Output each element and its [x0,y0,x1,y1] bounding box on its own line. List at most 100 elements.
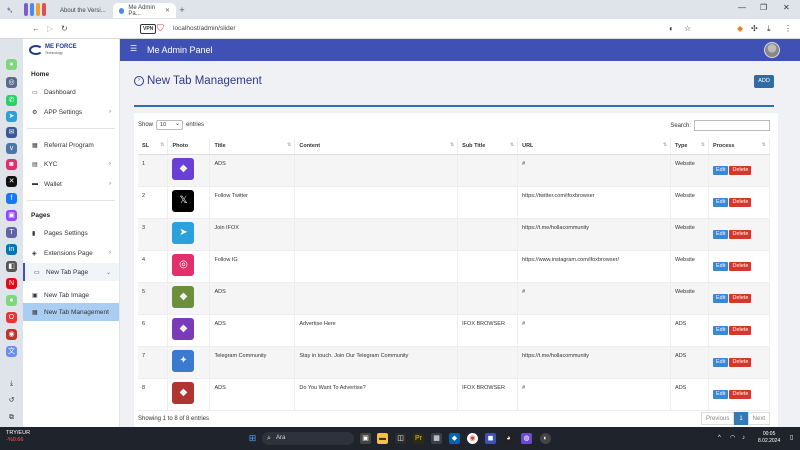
menu-icon[interactable]: ☰ [130,44,137,54]
linkedin-icon[interactable]: in [6,244,17,255]
delete-button[interactable]: Delete [729,357,752,367]
url-field[interactable]: localhost/admin/slider [173,24,236,34]
sidebar-subitem-new-tab-image[interactable]: ▣ New Tab Image [23,286,119,304]
minimize-icon[interactable]: — [738,3,746,12]
avatar[interactable] [764,42,780,58]
app-icon[interactable]: ◧ [6,261,17,272]
delete-button[interactable]: Delete [729,165,752,175]
sidebar-item-referral[interactable]: ▦ Referral Program [23,136,119,154]
edit-button[interactable]: Edit [713,325,729,335]
column-header[interactable]: Content ⇅ [294,138,459,155]
app-icon[interactable]: ◼ [485,433,496,444]
ticker-widget[interactable]: TRY/EUR -%0.66 [6,430,30,444]
search-input[interactable] [694,120,770,131]
delete-button[interactable]: Delete [729,389,752,399]
close-icon[interactable]: ✕ [165,7,170,14]
wifi-icon[interactable]: ◠ [730,434,735,442]
system-clock[interactable]: 00:05 8.02.2024 [758,431,780,445]
twitch-icon[interactable]: ▣ [6,210,17,221]
edit-button[interactable]: Edit [713,197,729,207]
column-header[interactable]: Sub Title ⇅ [457,138,519,155]
delete-button[interactable]: Delete [729,325,752,335]
edit-button[interactable]: Edit [713,261,729,271]
extensions-puzzle-icon[interactable]: ✣ [751,24,758,34]
notification-icon[interactable]: ▯ [790,434,793,442]
close-window-icon[interactable]: ✕ [783,3,790,12]
column-header[interactable]: Photo [167,138,211,155]
bookmark-star-icon[interactable]: ☆ [684,24,691,34]
delete-button[interactable]: Delete [729,261,752,271]
entries-select[interactable]: 10 [156,120,184,130]
vk-icon[interactable]: v [6,143,17,154]
windows-start-icon[interactable]: ⊞ [247,433,258,444]
menu-dots-icon[interactable]: ⋮ [784,24,792,34]
sidebar-item-kyc[interactable]: ▤ KYC › [23,155,119,173]
column-header[interactable]: Title ⇅ [209,138,296,155]
sidebar-item-pages-settings[interactable]: ▮ Pages Settings [23,224,119,242]
sidebar-item-app-settings[interactable]: ⚙ APP Settings › [23,103,119,121]
browser-tab-about[interactable]: About the Versi... [54,3,112,18]
logo[interactable]: ME FORCE Technology [29,44,77,56]
whatsapp-icon[interactable]: ✆ [6,95,17,106]
file-explorer-icon[interactable]: ▬ [377,433,388,444]
translate-icon[interactable]: 文 [6,346,17,357]
tabs-icon[interactable]: ⧉ [6,412,17,423]
sidebar-item-dashboard[interactable]: ▭ Dashboard [23,83,119,101]
maximize-icon[interactable]: ❐ [760,3,767,12]
vscode-icon[interactable]: ◆ [449,433,460,444]
browser-logo-icon[interactable]: ➴ [6,5,16,15]
previous-button[interactable]: Previous [700,412,735,425]
taskbar-search[interactable]: Ara [262,432,354,445]
files-icon[interactable]: ▦ [431,433,442,444]
photoshop-like-icon[interactable]: Pr [413,433,424,444]
sidebar-item-wallet[interactable]: ▬ Wallet › [23,175,119,193]
vpn-badge[interactable]: VPN [140,24,157,34]
column-header[interactable]: SL ⇅ [138,138,169,155]
store-icon[interactable]: ◫ [395,433,406,444]
teams-icon[interactable]: T [6,227,17,238]
edit-button[interactable]: Edit [713,293,729,303]
column-header[interactable]: Type ⇅ [670,138,709,155]
github-icon[interactable]: ◕ [503,433,514,444]
telegram-icon[interactable]: ➤ [6,111,17,122]
next-button[interactable]: Next [747,412,770,425]
delete-button[interactable]: Delete [729,229,752,239]
edit-button[interactable]: Edit [713,165,729,175]
download-icon[interactable]: ⤓ [767,24,771,34]
add-button[interactable]: ADD [754,75,774,88]
app-icon[interactable]: ◎ [6,77,17,88]
extension-icon[interactable]: ◐ [669,24,674,34]
page-1-button[interactable]: 1 [734,412,748,425]
app-icon[interactable]: ◉ [6,329,17,340]
browser-app-icon[interactable]: ◐ [540,433,551,444]
reload-icon[interactable]: ↻ [61,24,68,34]
sidebar-subitem-new-tab-management[interactable]: ▦ New Tab Management [23,303,119,321]
volume-icon[interactable]: ♪ [742,434,745,442]
download-icon[interactable]: ⤓ [6,378,17,389]
column-header[interactable]: URL ⇅ [517,138,672,155]
shield-icon[interactable]: ⛉ [157,23,167,34]
new-tab-button[interactable]: + [177,5,187,15]
forward-icon[interactable]: ▷ [47,24,53,34]
edit-button[interactable]: Edit [713,229,729,239]
messenger-icon[interactable]: ✉ [6,127,17,138]
app-icon[interactable]: ◍ [521,433,532,444]
back-icon[interactable]: ← [32,24,40,34]
facebook-icon[interactable]: f [6,193,17,204]
chrome-icon[interactable]: ◉ [467,433,478,444]
delete-button[interactable]: Delete [729,197,752,207]
delete-button[interactable]: Delete [729,293,752,303]
sidebar-item-new-tab-page[interactable]: ▭ New Tab Page ⌄ [23,263,119,281]
workspace-bars[interactable] [24,3,46,16]
metamask-icon[interactable]: ◆ [737,24,743,34]
opera-icon[interactable]: O [6,312,17,323]
task-view-icon[interactable]: ▣ [360,433,371,444]
app-icon[interactable]: ● [6,295,17,306]
sidebar-item-extensions-page[interactable]: ◈ Extensions Page › [23,244,119,262]
history-icon[interactable]: ↺ [6,395,17,406]
instagram-icon[interactable]: ◙ [6,159,17,170]
edit-button[interactable]: Edit [713,389,729,399]
edit-button[interactable]: Edit [713,357,729,367]
column-header[interactable]: Process ⇅ [708,138,770,155]
netflix-icon[interactable]: N [6,278,17,289]
